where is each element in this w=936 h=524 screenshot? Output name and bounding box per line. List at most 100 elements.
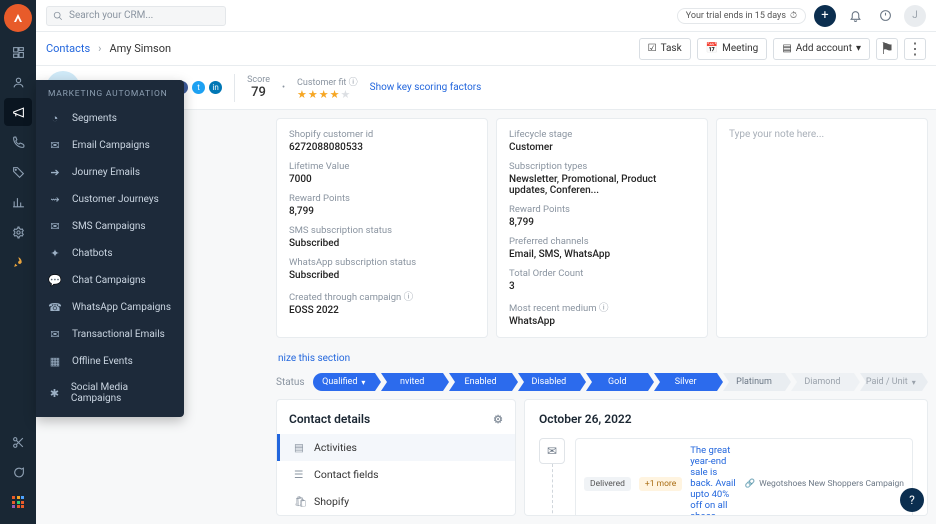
segments-icon: ◔ xyxy=(48,112,62,125)
transactional-icon: ✉ xyxy=(48,328,62,341)
chevron-right-icon: › xyxy=(98,42,101,55)
search-placeholder: Search your CRM... xyxy=(69,10,153,21)
badge-more[interactable]: +1 more xyxy=(639,477,682,491)
twitter-icon[interactable]: t xyxy=(192,81,205,94)
fly-whatsapp-campaigns[interactable]: ☎WhatsApp Campaigns xyxy=(36,294,184,321)
rail-contacts-icon[interactable] xyxy=(4,68,32,96)
rail-apps-icon[interactable] xyxy=(4,488,32,516)
calendar-icon: ▦ xyxy=(48,355,62,368)
add-account-button[interactable]: ▤Add account ▾ xyxy=(773,38,870,60)
entry-subject[interactable]: The great year-end sale is back. Avail u… xyxy=(690,445,736,516)
mail-icon: ✉ xyxy=(539,438,565,464)
rail-settings-icon[interactable] xyxy=(4,218,32,246)
flyout-title: MARKETING AUTOMATION xyxy=(36,80,184,105)
subbar: Contacts › Amy Simson ☑Task 📅Meeting ▤Ad… xyxy=(36,32,936,66)
search-input[interactable]: Search your CRM... xyxy=(46,6,226,26)
stage-gold[interactable]: Gold xyxy=(586,373,648,391)
fly-offline-events[interactable]: ▦Offline Events xyxy=(36,348,184,375)
rail-deals-icon[interactable] xyxy=(4,158,32,186)
scoring-factors-link[interactable]: Show key scoring factors xyxy=(370,82,482,93)
list-icon: ▤ xyxy=(294,441,306,454)
details-card-2: Lifecycle stageCustomer Subscription typ… xyxy=(496,118,708,338)
breadcrumb-root[interactable]: Contacts xyxy=(46,42,90,55)
fit-stars: ★★★★★ xyxy=(297,88,358,101)
stage-paid[interactable]: Paid / Unit▾ xyxy=(860,373,922,391)
chat-icon: 💬 xyxy=(48,274,62,287)
status-pipeline: Status Qualified▾ nvited Enabled Disable… xyxy=(276,373,928,391)
bell-icon[interactable] xyxy=(844,5,866,27)
rail-rocket-icon[interactable] xyxy=(4,248,32,276)
task-icon: ☑ xyxy=(648,43,657,54)
badge-delivered: Delivered xyxy=(584,477,631,491)
activity-timeline: October 26, 2022 ✉ Delivered +1 more The… xyxy=(524,399,928,516)
trial-badge[interactable]: Your trial ends in 15 days ⏱ xyxy=(677,8,806,24)
stage-diamond[interactable]: Diamond xyxy=(791,373,853,391)
linkedin-icon[interactable]: in xyxy=(209,81,222,94)
stage-enabled[interactable]: Enabled xyxy=(449,373,511,391)
fly-transactional-emails[interactable]: ✉Transactional Emails xyxy=(36,321,184,348)
alert-icon[interactable] xyxy=(874,5,896,27)
rail-scissors-icon[interactable] xyxy=(4,428,32,456)
brand-logo[interactable] xyxy=(4,4,32,32)
breadcrumb-current: Amy Simson xyxy=(109,42,171,55)
info-icon[interactable]: ⓘ xyxy=(404,292,414,303)
bag-icon: 🛍 xyxy=(294,495,306,508)
details-card-1: Shopify customer id6272088080533 Lifetim… xyxy=(276,118,488,338)
marketing-automation-flyout: MARKETING AUTOMATION ◔Segments ✉Email Ca… xyxy=(36,80,184,417)
stage-disabled[interactable]: Disabled xyxy=(518,373,580,391)
user-avatar[interactable]: J xyxy=(904,5,926,27)
stage-qualified[interactable]: Qualified▾ xyxy=(313,373,375,391)
rail-dashboard-icon[interactable] xyxy=(4,38,32,66)
topbar: Search your CRM... Your trial ends in 15… xyxy=(36,0,936,32)
timeline-entry[interactable]: Delivered +1 more The great year-end sal… xyxy=(575,438,913,516)
rail-marketing-icon[interactable] xyxy=(4,98,32,126)
fly-segments[interactable]: ◔Segments xyxy=(36,105,184,132)
nav-activities[interactable]: ▤Activities xyxy=(277,434,515,461)
fly-sms-campaigns[interactable]: ✉SMS Campaigns xyxy=(36,213,184,240)
calendar-icon: 📅 xyxy=(706,43,718,54)
sms-icon: ✉ xyxy=(48,220,62,233)
stage-invited[interactable]: nvited xyxy=(381,373,443,391)
journey-icon: ⇝ xyxy=(48,193,62,206)
fly-customer-journeys[interactable]: ⇝Customer Journeys xyxy=(36,186,184,213)
breadcrumb: Contacts › Amy Simson xyxy=(46,42,171,55)
customize-section-link[interactable]: nize this section xyxy=(276,353,350,364)
entry-source: 🔗Wegotshoes New Shoppers Campaign xyxy=(745,479,904,489)
nav-shopify[interactable]: 🛍Shopify xyxy=(277,488,515,515)
info-icon[interactable]: ⓘ xyxy=(349,78,358,88)
note-input[interactable]: Type your note here... xyxy=(716,118,928,338)
fly-email-campaigns[interactable]: ✉Email Campaigns xyxy=(36,132,184,159)
clock-icon: ⏱ xyxy=(790,11,797,21)
meeting-button[interactable]: 📅Meeting xyxy=(697,38,768,60)
rail-phone-icon[interactable] xyxy=(4,128,32,156)
score-block: Score 79 xyxy=(247,75,270,100)
search-icon xyxy=(53,11,63,21)
quick-add-button[interactable]: + xyxy=(814,5,836,27)
fly-chatbots[interactable]: ✦Chatbots xyxy=(36,240,184,267)
chevron-down-icon: ▾ xyxy=(912,378,916,387)
help-fab[interactable]: ? xyxy=(900,488,924,512)
bot-icon: ✦ xyxy=(48,247,62,260)
customer-fit-block: Customer fit ⓘ ★★★★★ xyxy=(297,75,358,101)
fly-journey-emails[interactable]: ➔Journey Emails xyxy=(36,159,184,186)
nav-contact-fields[interactable]: ☰Contact fields xyxy=(277,461,515,488)
rail-nav xyxy=(0,0,36,524)
info-icon[interactable]: ⓘ xyxy=(599,303,609,314)
link-icon: 🔗 xyxy=(745,479,756,489)
more-menu-button[interactable]: ⋮ xyxy=(904,38,926,60)
flag-button[interactable]: ⚑ xyxy=(876,38,898,60)
fly-chat-campaigns[interactable]: 💬Chat Campaigns xyxy=(36,267,184,294)
nav-accounts[interactable]: ▢Accounts ⓘ xyxy=(277,515,515,524)
fly-social-campaigns[interactable]: ✱Social Media Campaigns xyxy=(36,375,184,411)
stage-platinum[interactable]: Platinum xyxy=(723,373,785,391)
task-button[interactable]: ☑Task xyxy=(639,38,691,60)
journey-email-icon: ➔ xyxy=(48,166,62,179)
contact-details-panel: Contact details ⚙ ▤Activities ☰Contact fi… xyxy=(276,399,516,516)
panel-title: Contact details xyxy=(289,412,370,426)
accounts-icon: ▤ xyxy=(782,43,791,54)
rail-reports-icon[interactable] xyxy=(4,188,32,216)
stage-silver[interactable]: Silver xyxy=(654,373,716,391)
gear-icon[interactable]: ⚙ xyxy=(493,413,503,426)
chevron-down-icon: ▾ xyxy=(361,378,365,387)
rail-chat-icon[interactable] xyxy=(4,458,32,486)
